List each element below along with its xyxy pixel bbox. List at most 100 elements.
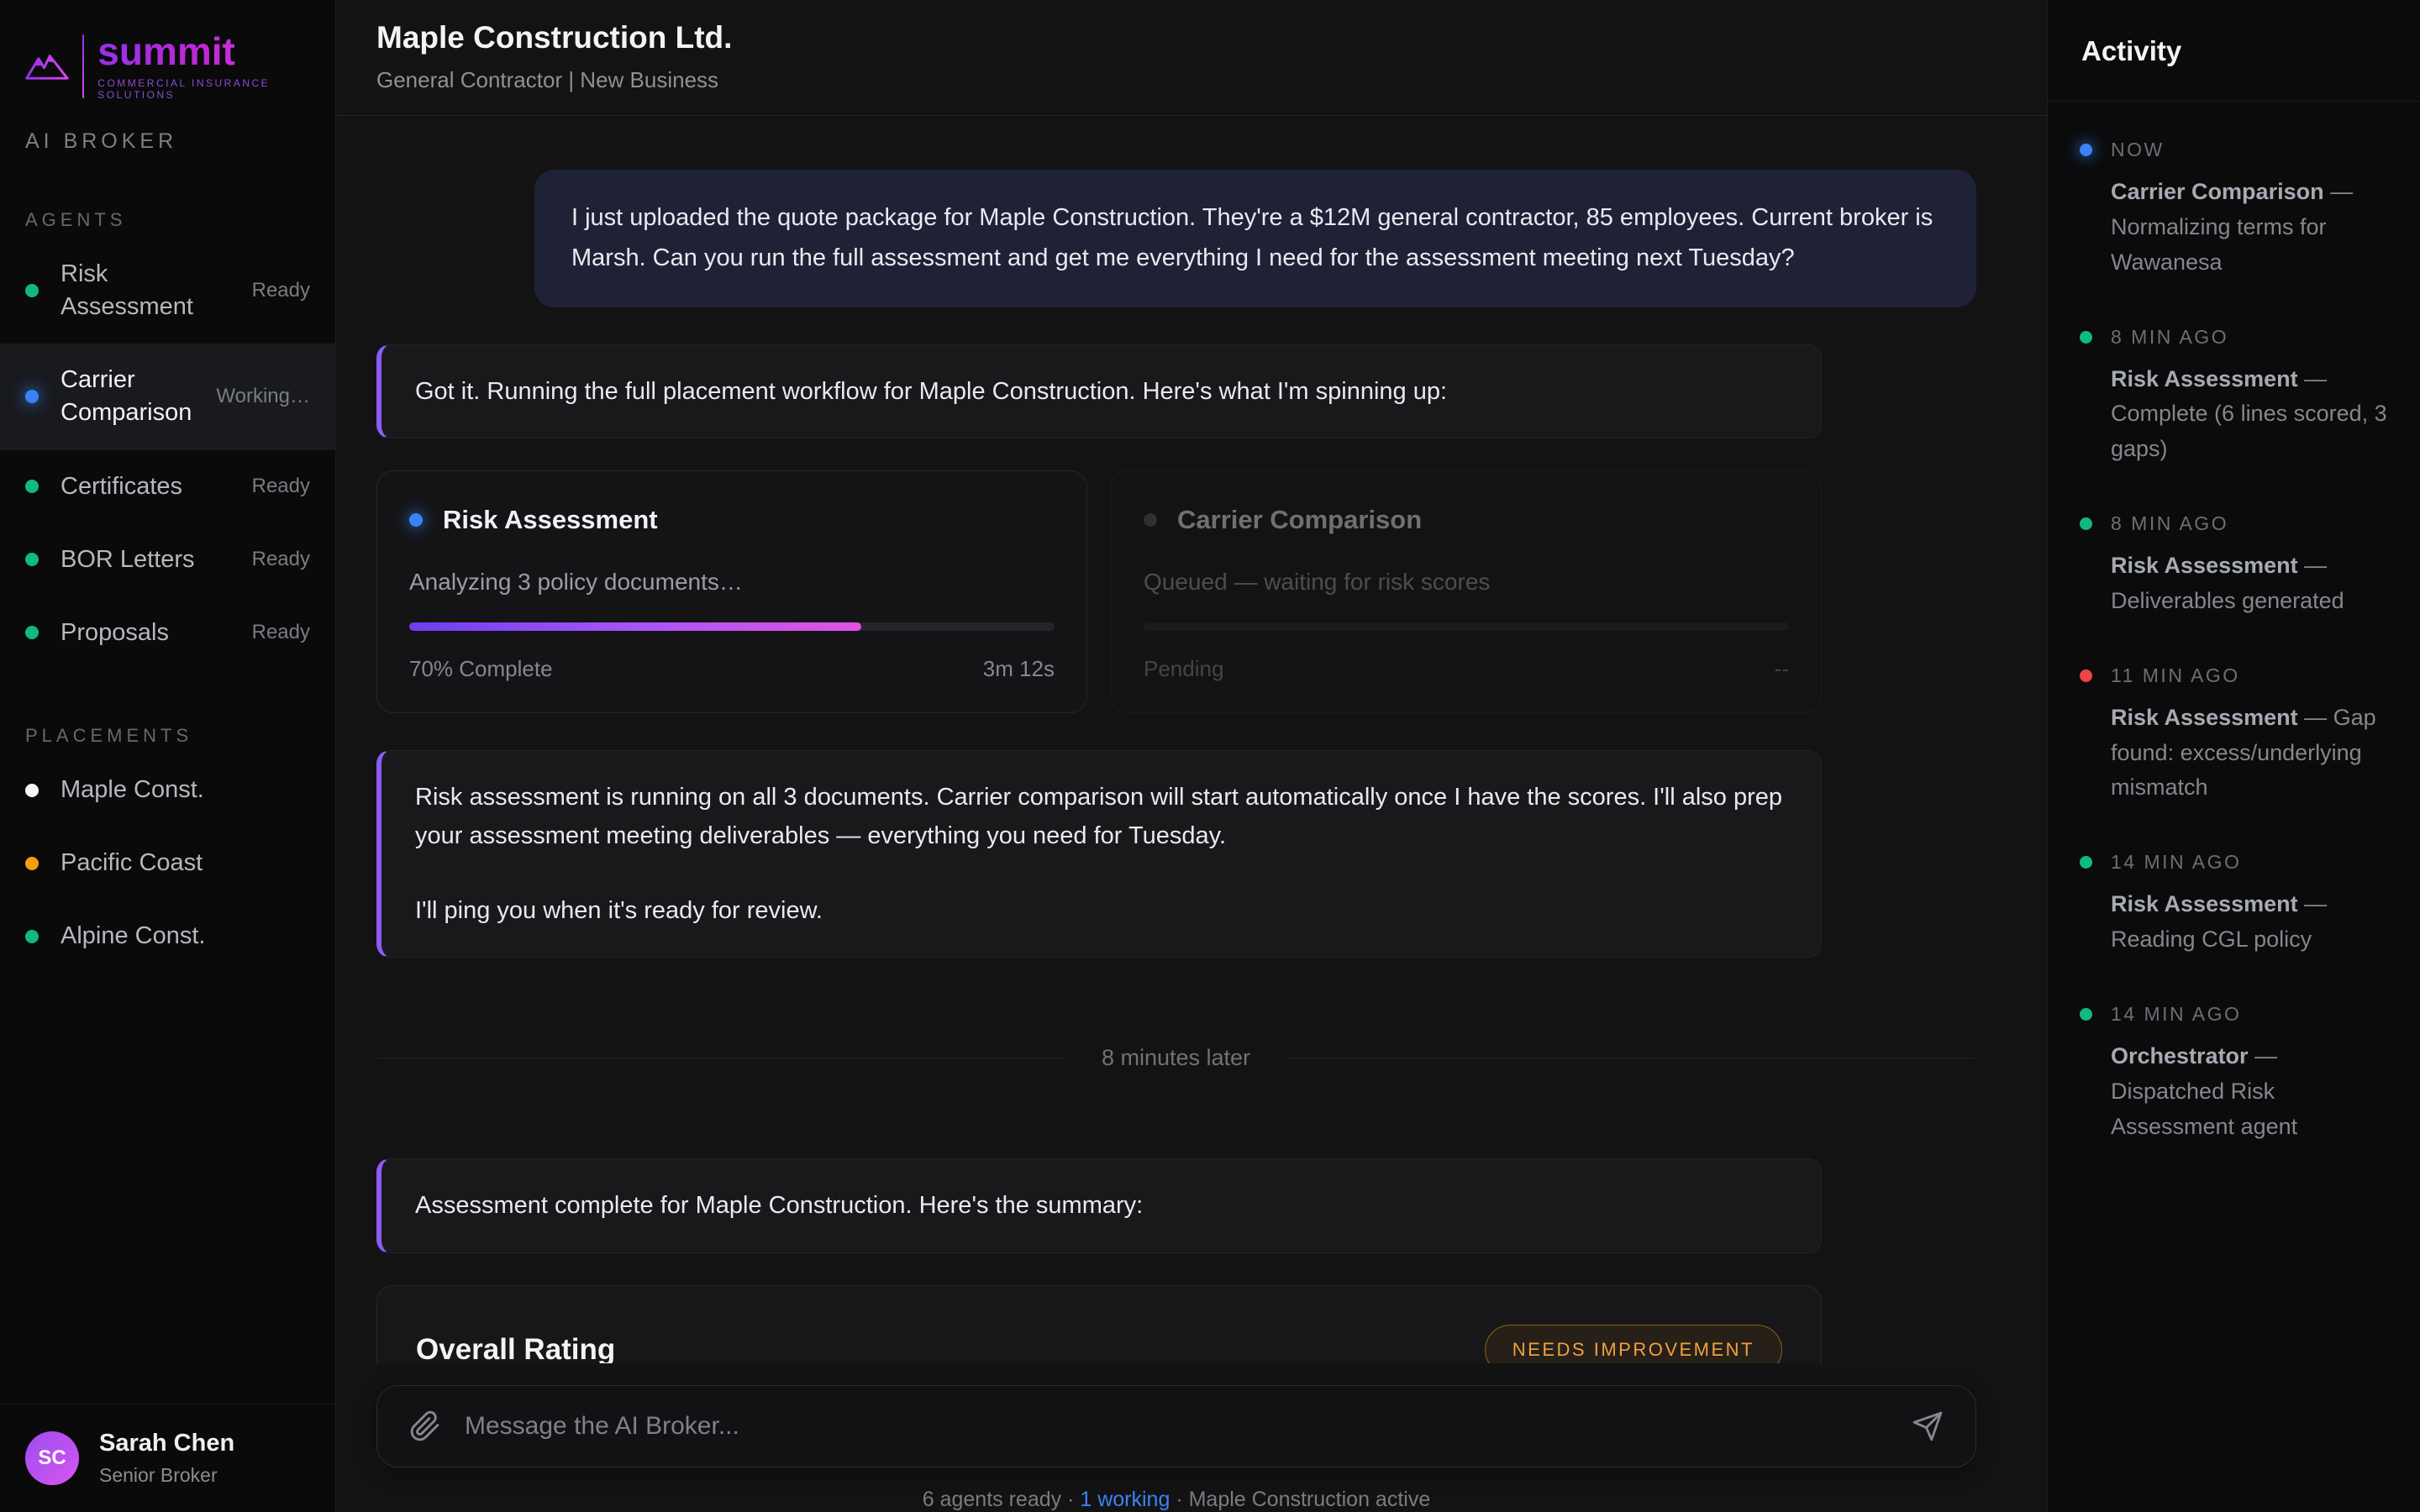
user-message: I just uploaded the quote package for Ma… [534,170,1976,307]
card-title: Carrier Comparison [1177,505,1422,535]
activity-agent-name: Carrier Comparison [2111,179,2324,204]
agents-section-header: AGENTS [25,209,310,231]
sidebar-item-certificates[interactable]: Certificates Ready [0,450,335,523]
agent-name: BOR Letters [60,543,230,576]
agent-status-dot-icon [25,553,39,566]
placement-status-dot-icon [25,857,39,870]
placement-name: Maple Const. [60,774,310,806]
placements-list: Maple Const. Pacific Coast Alpine Const. [0,753,335,973]
page-title: Maple Construction Ltd. [376,20,2007,55]
avatar: SC [25,1431,79,1485]
activity-item: NOW Carrier Comparison — Normalizing ter… [2080,139,2390,281]
brand-name: summit [97,32,310,71]
placement-status-dot-icon [25,784,39,797]
activity-status-dot-icon [2080,856,2092,869]
card-description: Queued — waiting for risk scores [1144,569,1789,596]
message-list: I just uploaded the quote package for Ma… [336,116,2047,1363]
activity-item: 8 MIN AGO Risk Assessment — Complete (6 … [2080,326,2390,468]
activity-timestamp: 8 MIN AGO [2111,326,2228,349]
assistant-paragraph: I'll ping you when it's ready for review… [415,891,1787,930]
activity-status-dot-icon [2080,669,2092,682]
product-label: AI BROKER [25,129,310,154]
assistant-message: Risk assessment is running on all 3 docu… [376,750,1822,958]
sidebar: summit COMMERCIAL INSURANCE SOLUTIONS AI… [0,0,336,1512]
agent-status: Ready [252,279,310,302]
carrier-comparison-progress-card: Carrier Comparison Queued — waiting for … [1111,470,1822,713]
risk-assessment-progress-card: Risk Assessment Analyzing 3 policy docum… [376,470,1087,713]
queued-status-dot-icon [1144,513,1157,527]
activity-title: Activity [2081,35,2386,67]
divider-label: 8 minutes later [1102,1045,1250,1071]
chat-panel: Maple Construction Ltd. General Contract… [336,0,2047,1512]
brand-divider [82,34,85,98]
assistant-paragraph: Risk assessment is running on all 3 docu… [415,778,1787,856]
agents-working-count[interactable]: 1 working [1080,1488,1170,1511]
assistant-message: Got it. Running the full placement workf… [376,344,1822,438]
agent-status: Ready [252,475,310,498]
overall-rating-card: Overall Rating NEEDS IMPROVEMENT CGL 7/1… [376,1285,1822,1363]
activity-timestamp: 14 MIN AGO [2111,1003,2241,1026]
agent-status-dot-icon [25,626,39,639]
chat-header: Maple Construction Ltd. General Contract… [336,0,2047,116]
sidebar-item-proposals[interactable]: Proposals Ready [0,596,335,669]
progress-bar [409,622,1055,631]
composer: 6 agents ready · 1 working · Maple Const… [336,1363,2047,1512]
agent-name: Certificates [60,470,230,503]
activity-item: 14 MIN AGO Orchestrator — Dispatched Ris… [2080,1003,2390,1145]
activity-timestamp: 14 MIN AGO [2111,851,2241,874]
profile-name: Sarah Chen [99,1430,234,1457]
activity-status-dot-icon [2080,517,2092,530]
agent-name: Proposals [60,617,230,649]
agent-status-dot-icon [25,480,39,493]
progress-bar [1144,622,1789,631]
activity-agent-name: Risk Assessment [2111,366,2298,391]
agent-status-dot-icon [25,390,39,403]
brand-tagline: COMMERCIAL INSURANCE SOLUTIONS [97,77,310,101]
activity-agent-name: Risk Assessment [2111,891,2298,916]
activity-status-dot-icon [2080,1008,2092,1021]
assistant-message: Assessment complete for Maple Constructi… [376,1158,1822,1252]
progress-eta-label: -- [1775,656,1789,682]
agents-status-bar: 6 agents ready · 1 working · Maple Const… [376,1488,1976,1512]
sidebar-item-carrier-comparison[interactable]: Carrier Comparison Working… [0,344,335,449]
brand-block: summit COMMERCIAL INSURANCE SOLUTIONS AI… [0,0,335,154]
activity-header: Activity [2048,0,2420,102]
agent-status: Ready [252,621,310,644]
placement-name: Alpine Const. [60,920,310,953]
page-subtitle: General Contractor | New Business [376,67,2007,93]
agent-name: Carrier Comparison [60,364,194,429]
send-icon[interactable] [1912,1410,1944,1442]
agent-cards-row: Risk Assessment Analyzing 3 policy docum… [376,470,1822,713]
sidebar-item-risk-assessment[interactable]: Risk Assessment Ready [0,238,335,344]
placements-section-header: PLACEMENTS [25,725,310,747]
sidebar-item-maple-const[interactable]: Maple Const. [0,753,335,827]
activity-agent-name: Risk Assessment [2111,553,2298,578]
agent-name: Risk Assessment [60,258,230,323]
attachment-icon[interactable] [409,1410,441,1442]
agents-list: Risk Assessment Ready Carrier Comparison… [0,238,335,669]
profile-role: Senior Broker [99,1464,234,1487]
active-placement-label: · Maple Construction active [1170,1488,1430,1511]
activity-item: 8 MIN AGO Risk Assessment — Deliverables… [2080,512,2390,619]
activity-status-dot-icon [2080,331,2092,344]
agent-status: Working… [216,385,310,408]
message-input-box[interactable] [376,1385,1976,1467]
progress-bar-fill [409,622,861,631]
sidebar-item-alpine-const[interactable]: Alpine Const. [0,900,335,973]
sidebar-item-bor-letters[interactable]: BOR Letters Ready [0,523,335,596]
agent-status: Ready [252,548,310,571]
sidebar-item-pacific-coast[interactable]: Pacific Coast [0,827,335,900]
placement-name: Pacific Coast [60,847,310,879]
user-profile[interactable]: SC Sarah Chen Senior Broker [0,1404,335,1512]
activity-panel: Activity NOW Carrier Comparison — Normal… [2047,0,2420,1512]
message-input[interactable] [465,1412,1888,1441]
activity-timestamp: 11 MIN AGO [2111,664,2240,687]
activity-timestamp: NOW [2111,139,2165,161]
card-description: Analyzing 3 policy documents… [409,569,1055,596]
rating-title: Overall Rating [416,1333,615,1363]
activity-item: 14 MIN AGO Risk Assessment — Reading CGL… [2080,851,2390,958]
activity-status-dot-icon [2080,144,2092,156]
progress-percent-label: Pending [1144,656,1223,682]
activity-agent-name: Orchestrator [2111,1043,2249,1068]
activity-timestamp: 8 MIN AGO [2111,512,2228,535]
